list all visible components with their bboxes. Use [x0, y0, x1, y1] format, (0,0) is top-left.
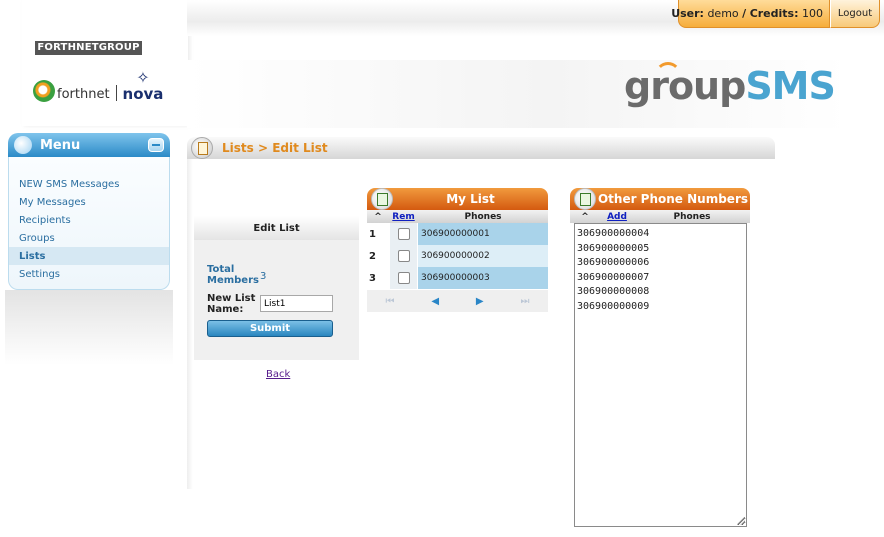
list-name-input[interactable] [260, 295, 333, 312]
content-header: Lists > Edit List [187, 137, 775, 159]
my-list-column-headers: ^ Rem Phones [367, 210, 548, 223]
submit-button[interactable]: Submit [207, 320, 333, 337]
other-numbers-header: Other Phone Numbers [570, 188, 750, 210]
menu-shadow [5, 290, 173, 365]
sidebar-item-lists[interactable]: Lists [9, 247, 169, 265]
notepad-pen-icon [371, 188, 393, 210]
phone-number: 306900000001 [418, 223, 548, 245]
phones-column-header: Phones [673, 211, 711, 222]
phone-number: 306900000002 [418, 245, 548, 267]
user-label: User: [671, 7, 704, 20]
forthnet-logo-icon [33, 80, 55, 102]
forthnet-logo-text: forthnet [57, 87, 110, 102]
phone-number: 306900000009 [577, 300, 650, 312]
remove-checkbox-cell [389, 267, 418, 289]
partner-logos: forthnet ✧ nova [33, 70, 163, 102]
user-name: demo [707, 7, 739, 20]
menu-body: NEW SMS Messages My Messages Recipients … [8, 157, 170, 290]
list-name-label: New List Name: [207, 293, 256, 315]
notepad-pen-icon [574, 188, 596, 210]
menu-header: Menu [8, 133, 170, 157]
forthnet-group-logo: FORTHNETGROUP [35, 41, 142, 55]
row-index: 1 [367, 223, 389, 245]
row-index: 3 [367, 267, 389, 289]
sidebar-item-settings[interactable]: Settings [9, 265, 169, 283]
edit-list-title: Edit List [194, 216, 359, 240]
nova-logo-text: nova [122, 85, 164, 103]
last-page-icon[interactable]: ⏭ [521, 296, 530, 307]
phone-number: 306900000003 [418, 267, 548, 289]
remove-checkbox-cell [389, 245, 418, 267]
sidebar-item-my-messages[interactable]: My Messages [9, 193, 169, 211]
logo-divider [115, 85, 117, 101]
groupsms-logo: groupSMS [624, 64, 836, 108]
total-members-value: 3 [260, 271, 267, 282]
menu-globe-icon [14, 136, 32, 154]
table-row: 1 306900000001 [367, 223, 548, 245]
logout-button[interactable]: Logout [830, 0, 880, 28]
remove-checkbox-cell [389, 223, 418, 245]
logo-area [22, 0, 188, 126]
remove-checkbox[interactable] [397, 228, 410, 240]
phone-number: 306900000007 [577, 271, 650, 283]
other-numbers-column-headers: ^ Add Phones [570, 210, 750, 223]
total-members-label: Total Members [207, 264, 259, 286]
pager: ⏮ ◀ ▶ ⏭ [367, 290, 548, 312]
sidebar-menu: Menu NEW SMS Messages My Messages Recipi… [8, 133, 170, 290]
sidebar-item-recipients[interactable]: Recipients [9, 211, 169, 229]
rem-column-header[interactable]: Rem [389, 212, 418, 222]
table-row: 3 306900000003 [367, 267, 548, 289]
sidebar-item-groups[interactable]: Groups [9, 229, 169, 247]
other-numbers-textarea[interactable]: 306900000004 306900000005 306900000006 3… [574, 223, 747, 527]
content-side-shadow [187, 159, 193, 489]
sort-column-header[interactable]: ^ [570, 212, 600, 222]
phone-number: 306900000008 [577, 286, 650, 298]
other-numbers-title: Other Phone Numbers [597, 192, 749, 206]
nova-logo: ✧ nova [122, 68, 164, 103]
prev-page-icon[interactable]: ◀ [431, 296, 439, 307]
minimize-icon[interactable] [148, 138, 164, 152]
first-page-icon[interactable]: ⏮ [385, 296, 394, 307]
my-list-header: My List [367, 188, 548, 210]
my-list-title: My List [446, 192, 495, 206]
phone-number: 306900000006 [577, 257, 650, 269]
phone-number: 306900000004 [577, 228, 650, 239]
phone-number: 306900000005 [577, 242, 650, 254]
next-page-icon[interactable]: ▶ [476, 296, 484, 307]
nova-star-icon: ✧ [136, 68, 150, 87]
notepad-icon [191, 137, 213, 159]
back-link[interactable]: Back [266, 369, 290, 380]
resize-grip-icon[interactable] [737, 517, 745, 525]
remove-checkbox[interactable] [397, 272, 410, 284]
phones-column-header: Phones [464, 211, 502, 222]
user-credits-box: User: demo / Credits: 100 [671, 0, 830, 28]
credits-value: 100 [802, 7, 823, 20]
sidebar-item-new-sms[interactable]: NEW SMS Messages [9, 175, 169, 193]
remove-checkbox[interactable] [397, 250, 410, 262]
table-row: 2 306900000002 [367, 245, 548, 267]
menu-title: Menu [40, 137, 81, 153]
row-index: 2 [367, 245, 389, 267]
credits-label: Credits: [749, 7, 799, 20]
sort-column-header[interactable]: ^ [367, 212, 389, 222]
breadcrumb: Lists > Edit List [222, 141, 328, 155]
my-list-table: 1 306900000001 2 306900000002 3 30690000… [367, 223, 548, 289]
edit-list-panel: Edit List Total Members 3 New List Name:… [194, 216, 359, 360]
add-column-header[interactable]: Add [600, 212, 634, 222]
